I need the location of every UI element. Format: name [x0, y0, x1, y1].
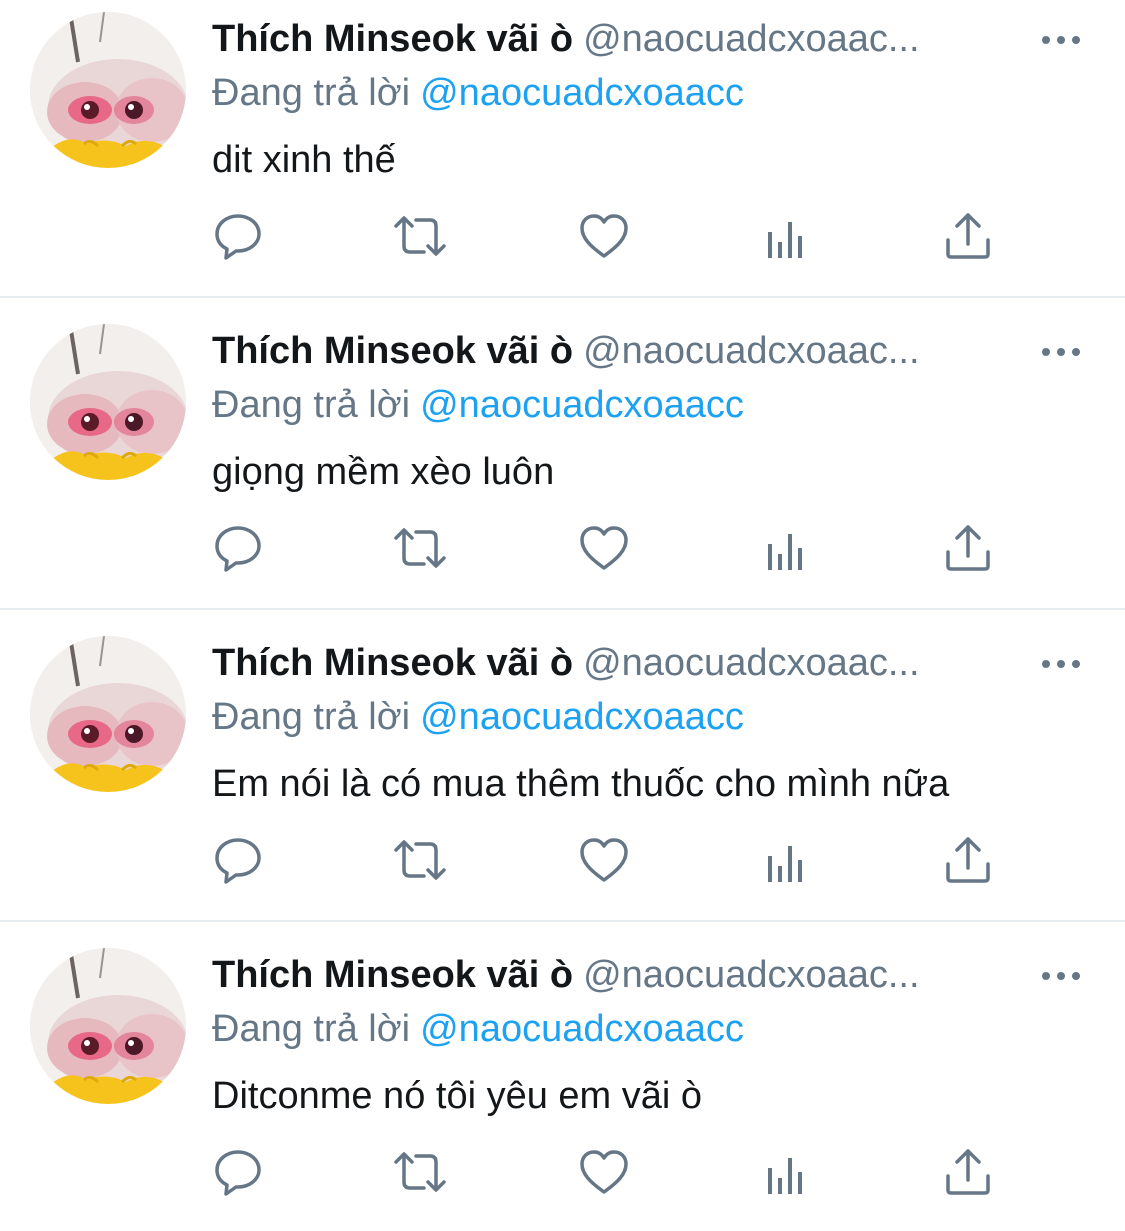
replying-to: Đang trả lời @naocuadcxoaacc [212, 380, 744, 430]
retweet-arrows-icon [394, 1152, 446, 1192]
tweet-header: Thích Minseok vãi ò @naocuadcxoaac... [212, 326, 1032, 376]
replying-to-label: Đang trả lời [212, 696, 411, 738]
replying-to: Đang trả lời @naocuadcxoaacc [212, 692, 744, 742]
tweet-divider [0, 920, 1125, 922]
display-name[interactable]: Thích Minseok vãi ò [212, 642, 573, 684]
tweet[interactable]: Thích Minseok vãi ò @naocuadcxoaac... Đan… [0, 0, 1125, 312]
tweet-text: Em nói là có mua thêm thuốc cho mình nữa [212, 763, 950, 805]
retweet-button[interactable] [392, 210, 446, 262]
bar-chart-icon [768, 222, 802, 258]
retweet-button[interactable] [392, 834, 446, 886]
analytics-button[interactable] [762, 834, 814, 886]
tweet-divider [0, 296, 1125, 298]
retweet-button[interactable] [392, 522, 446, 574]
tweet-header: Thích Minseok vãi ò @naocuadcxoaac... [212, 638, 1032, 688]
user-handle[interactable]: @naocuadcxoaac... [583, 18, 919, 60]
ellipsis-icon [1042, 348, 1080, 356]
replying-to-handle[interactable]: @naocuadcxoaacc [420, 384, 744, 426]
tweet-header: Thích Minseok vãi ò @naocuadcxoaac... [212, 14, 1032, 64]
like-button[interactable] [578, 522, 630, 574]
tweet-header: Thích Minseok vãi ò @naocuadcxoaac... [212, 950, 1032, 1000]
more-options-button[interactable] [1036, 334, 1086, 370]
replying-to-handle[interactable]: @naocuadcxoaacc [420, 696, 744, 738]
heart-icon [580, 1150, 628, 1194]
replying-to-label: Đang trả lời [212, 1008, 411, 1050]
ellipsis-icon [1042, 36, 1080, 44]
retweet-arrows-icon [394, 528, 446, 568]
share-upload-icon [946, 1149, 990, 1195]
replying-to: Đang trả lời @naocuadcxoaacc [212, 68, 744, 118]
bar-chart-icon [768, 1158, 802, 1194]
like-button[interactable] [578, 1146, 630, 1198]
tweet[interactable]: Thích Minseok vãi ò @naocuadcxoaac... Đan… [0, 312, 1125, 624]
reply-button[interactable] [212, 834, 264, 886]
retweet-button[interactable] [392, 1146, 446, 1198]
speech-bubble-icon [215, 214, 261, 260]
heart-icon [580, 526, 628, 570]
user-handle[interactable]: @naocuadcxoaac... [583, 954, 919, 996]
user-handle[interactable]: @naocuadcxoaac... [583, 642, 919, 684]
more-options-button[interactable] [1036, 22, 1086, 58]
tweet-text: giọng mềm xèo luôn [212, 451, 555, 493]
reply-button[interactable] [212, 210, 264, 262]
tweet[interactable]: Thích Minseok vãi ò @naocuadcxoaac... Đan… [0, 936, 1125, 1231]
display-name[interactable]: Thích Minseok vãi ò [212, 18, 573, 60]
share-upload-icon [946, 213, 990, 259]
bar-chart-icon [768, 846, 802, 882]
tweet-divider [0, 608, 1125, 610]
avatar-image [30, 636, 186, 792]
bar-chart-icon [768, 534, 802, 570]
tweet[interactable]: Thích Minseok vãi ò @naocuadcxoaac... Đan… [0, 624, 1125, 936]
like-button[interactable] [578, 834, 630, 886]
avatar[interactable] [30, 636, 186, 792]
avatar[interactable] [30, 324, 186, 480]
display-name[interactable]: Thích Minseok vãi ò [212, 954, 573, 996]
analytics-button[interactable] [762, 1146, 814, 1198]
ellipsis-icon [1042, 972, 1080, 980]
tweet-text: Ditconme nó tôi yêu em vãi ò [212, 1075, 703, 1117]
share-upload-icon [946, 837, 990, 883]
reply-feed: Thích Minseok vãi ò @naocuadcxoaac... Đan… [0, 0, 1125, 1231]
replying-to-label: Đang trả lời [212, 72, 411, 114]
share-button[interactable] [942, 1146, 994, 1198]
speech-bubble-icon [215, 526, 261, 572]
avatar-image [30, 948, 186, 1104]
avatar-image [30, 12, 186, 168]
display-name[interactable]: Thích Minseok vãi ò [212, 330, 573, 372]
share-button[interactable] [942, 834, 994, 886]
tweet-text: dit xinh thế [212, 139, 396, 181]
replying-to-handle[interactable]: @naocuadcxoaacc [420, 1008, 744, 1050]
like-button[interactable] [578, 210, 630, 262]
heart-icon [580, 214, 628, 258]
more-options-button[interactable] [1036, 958, 1086, 994]
speech-bubble-icon [215, 1150, 261, 1196]
analytics-button[interactable] [762, 522, 814, 574]
avatar[interactable] [30, 12, 186, 168]
user-handle[interactable]: @naocuadcxoaac... [583, 330, 919, 372]
retweet-arrows-icon [394, 216, 446, 256]
replying-to: Đang trả lời @naocuadcxoaacc [212, 1004, 744, 1054]
ellipsis-icon [1042, 660, 1080, 668]
replying-to-label: Đang trả lời [212, 384, 411, 426]
reply-button[interactable] [212, 522, 264, 574]
analytics-button[interactable] [762, 210, 814, 262]
share-button[interactable] [942, 210, 994, 262]
speech-bubble-icon [215, 838, 261, 884]
replying-to-handle[interactable]: @naocuadcxoaacc [420, 72, 744, 114]
avatar-image [30, 324, 186, 480]
share-upload-icon [946, 525, 990, 571]
more-options-button[interactable] [1036, 646, 1086, 682]
reply-button[interactable] [212, 1146, 264, 1198]
retweet-arrows-icon [394, 840, 446, 880]
share-button[interactable] [942, 522, 994, 574]
heart-icon [580, 838, 628, 882]
avatar[interactable] [30, 948, 186, 1104]
